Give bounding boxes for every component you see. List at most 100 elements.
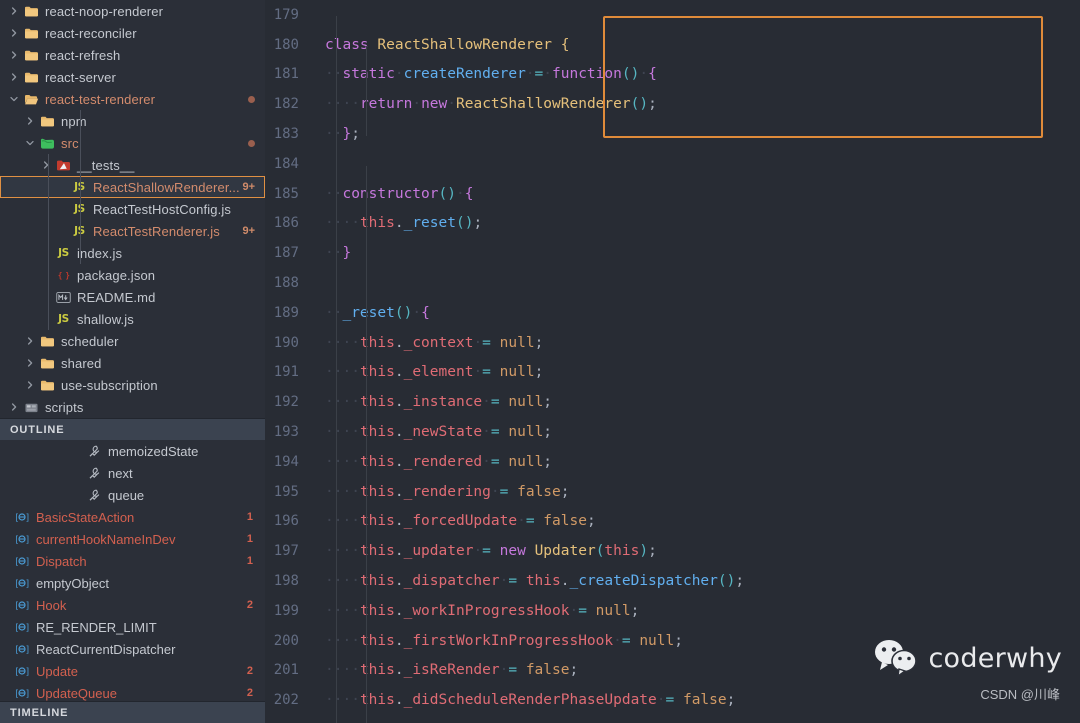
folder-icon: [22, 5, 41, 18]
code-line[interactable]: 179: [265, 0, 1080, 30]
chevron-right-icon[interactable]: [6, 402, 22, 412]
line-text: ····this._isReRender·= false;: [321, 662, 578, 678]
outline-item-re-render-limit[interactable]: [] RE_RENDER_LIMIT: [0, 616, 265, 638]
chevron-right-icon[interactable]: [22, 380, 38, 390]
token: this: [525, 573, 561, 590]
code-line[interactable]: 201 ····this._isReRender·= false;: [265, 656, 1080, 686]
folder-scripts-icon: [22, 401, 41, 414]
code-line[interactable]: 194 ····this._rendered·= null;: [265, 447, 1080, 477]
outline-item-hook[interactable]: [] Hook 2: [0, 594, 265, 616]
chevron-right-icon[interactable]: [6, 28, 22, 38]
chevron-right-icon[interactable]: [22, 336, 38, 346]
chevron-right-icon[interactable]: [22, 116, 38, 126]
code-line[interactable]: 187 ··}: [265, 238, 1080, 268]
tree-item-tests[interactable]: __tests__: [0, 154, 265, 176]
code-line[interactable]: 190 ····this._context·= null;: [265, 328, 1080, 358]
outline-item-emptyobject[interactable]: [] emptyObject: [0, 572, 265, 594]
code-line[interactable]: 181 ··static·createRenderer·=·function()·…: [265, 60, 1080, 90]
outline-item-next[interactable]: next: [0, 462, 265, 484]
tree-item-react-test-renderer[interactable]: react-test-renderer: [0, 88, 265, 110]
tree-item-label: react-server: [45, 69, 116, 85]
tree-item-reactshallowrenderer[interactable]: JSReactShallowRenderer...9+: [0, 176, 265, 198]
tree-item-shared[interactable]: shared: [0, 352, 265, 374]
token: ;: [674, 632, 683, 649]
code-line[interactable]: 180 class ReactShallowRenderer {: [265, 30, 1080, 60]
tree-item-react-reconciler[interactable]: react-reconciler: [0, 22, 265, 44]
code-line[interactable]: 200 ····this._firstWorkInProgressHook·= n…: [265, 626, 1080, 656]
code-line[interactable]: 188: [265, 268, 1080, 298]
outline-item-dispatch[interactable]: [] Dispatch 1: [0, 550, 265, 572]
tree-item-scripts[interactable]: scripts: [0, 396, 265, 418]
token: ·: [412, 96, 422, 113]
outline-item-currenthooknameindev[interactable]: [] currentHookNameInDev 1: [0, 528, 265, 550]
tree-item-label: README.md: [77, 289, 156, 305]
line-text: ··};: [321, 126, 360, 142]
code-line[interactable]: 203····this._renderPhaseUpdates·= null;: [265, 715, 1080, 723]
tree-item-npm[interactable]: npm: [0, 110, 265, 132]
token: =: [621, 632, 631, 649]
code-line[interactable]: 202 ····this._didScheduleRenderPhaseUpdat…: [265, 685, 1080, 715]
timeline-section-header[interactable]: TIMELINE: [0, 701, 265, 723]
token: =: [482, 364, 491, 381]
tree-item-reacttestrenderer-js[interactable]: JSReactTestRenderer.js9+: [0, 220, 265, 242]
line-number: 193: [273, 424, 299, 441]
chevron-right-icon[interactable]: [6, 6, 22, 16]
tree-item-scheduler[interactable]: scheduler: [0, 330, 265, 352]
tree-item-react-noop-renderer[interactable]: react-noop-renderer: [0, 0, 265, 22]
chevron-right-icon[interactable]: [6, 50, 22, 60]
editor-pane[interactable]: 179 180 class ReactShallowRenderer {181 ··s…: [265, 0, 1080, 723]
code-line[interactable]: 189 ··_reset()·{: [265, 298, 1080, 328]
outline-item-update[interactable]: [] Update 2: [0, 660, 265, 682]
token: _rendering: [403, 483, 491, 500]
code-line[interactable]: 198 ····this._dispatcher·= this._createDi…: [265, 566, 1080, 596]
chevron-right-icon[interactable]: [38, 160, 54, 170]
token: _newState: [403, 424, 483, 441]
tree-item-index-js[interactable]: JS index.js: [0, 242, 265, 264]
outline-item-reactcurrentdispatcher[interactable]: [] ReactCurrentDispatcher: [0, 638, 265, 660]
tree-item-react-refresh[interactable]: react-refresh: [0, 44, 265, 66]
code-line[interactable]: 184: [265, 149, 1080, 179]
chevron-right-icon[interactable]: [6, 72, 22, 82]
tree-item-shallow-js[interactable]: JS shallow.js: [0, 308, 265, 330]
tree-item-src[interactable]: src: [0, 132, 265, 154]
outline-item-queue[interactable]: queue: [0, 484, 265, 506]
line-text: ····this._newState·= null;: [321, 424, 552, 440]
chevron-down-icon[interactable]: [6, 94, 22, 104]
tree-item-label: ReactTestRenderer.js: [93, 223, 220, 239]
chevron-down-icon[interactable]: [22, 138, 38, 148]
token: _workInProgressHook: [403, 602, 570, 619]
tree-item-reacttesthostconfig-js[interactable]: JSReactTestHostConfig.js: [0, 198, 265, 220]
token: ··: [325, 245, 343, 262]
token: ;: [534, 364, 544, 381]
code-line[interactable]: 185 ··constructor()·{: [265, 179, 1080, 209]
outline-list[interactable]: memoizedState next queue [] BasicStateAction…: [0, 440, 265, 723]
code-line[interactable]: 182 ····return·new·ReactShallowRenderer()…: [265, 89, 1080, 119]
code-line[interactable]: 191 ····this._element·= null;: [265, 358, 1080, 388]
file-explorer-tree[interactable]: react-noop-renderer react-reconciler react…: [0, 0, 265, 418]
token: {: [464, 185, 474, 202]
outline-item-label: queue: [108, 487, 145, 503]
token: {: [648, 66, 657, 83]
code-line[interactable]: 197 ····this._updater·= new Updater(this)…: [265, 536, 1080, 566]
tree-item-package-json[interactable]: { } package.json: [0, 264, 265, 286]
outline-item-basicstateaction[interactable]: [] BasicStateAction 1: [0, 506, 265, 528]
token: =: [490, 424, 500, 441]
code-line[interactable]: 193 ····this._newState·= null;: [265, 417, 1080, 447]
code-line[interactable]: 199 ····this._workInProgressHook·= null;: [265, 596, 1080, 626]
code-content[interactable]: 179 180 class ReactShallowRenderer {181 ··s…: [265, 0, 1080, 723]
tree-item-use-subscription[interactable]: use-subscription: [0, 374, 265, 396]
code-line[interactable]: 195 ····this._rendering·= false;: [265, 477, 1080, 507]
token: _createDispatcher: [569, 573, 718, 590]
line-text: ····this._rendering·= false;: [321, 484, 570, 500]
code-line[interactable]: 196 ····this._forcedUpdate·= false;: [265, 507, 1080, 537]
outline-section-header[interactable]: OUTLINE: [0, 418, 265, 440]
code-line[interactable]: 192 ····this._instance·= null;: [265, 387, 1080, 417]
chevron-right-icon[interactable]: [22, 358, 38, 368]
token: ·: [455, 185, 465, 202]
tree-item-react-server[interactable]: react-server: [0, 66, 265, 88]
line-text: ····this._element·= null;: [321, 364, 543, 380]
outline-item-memoizedstate[interactable]: memoizedState: [0, 440, 265, 462]
tree-item-readme-md[interactable]: README.md: [0, 286, 265, 308]
code-line[interactable]: 183 ··};: [265, 119, 1080, 149]
code-line[interactable]: 186 ····this._reset();: [265, 209, 1080, 239]
